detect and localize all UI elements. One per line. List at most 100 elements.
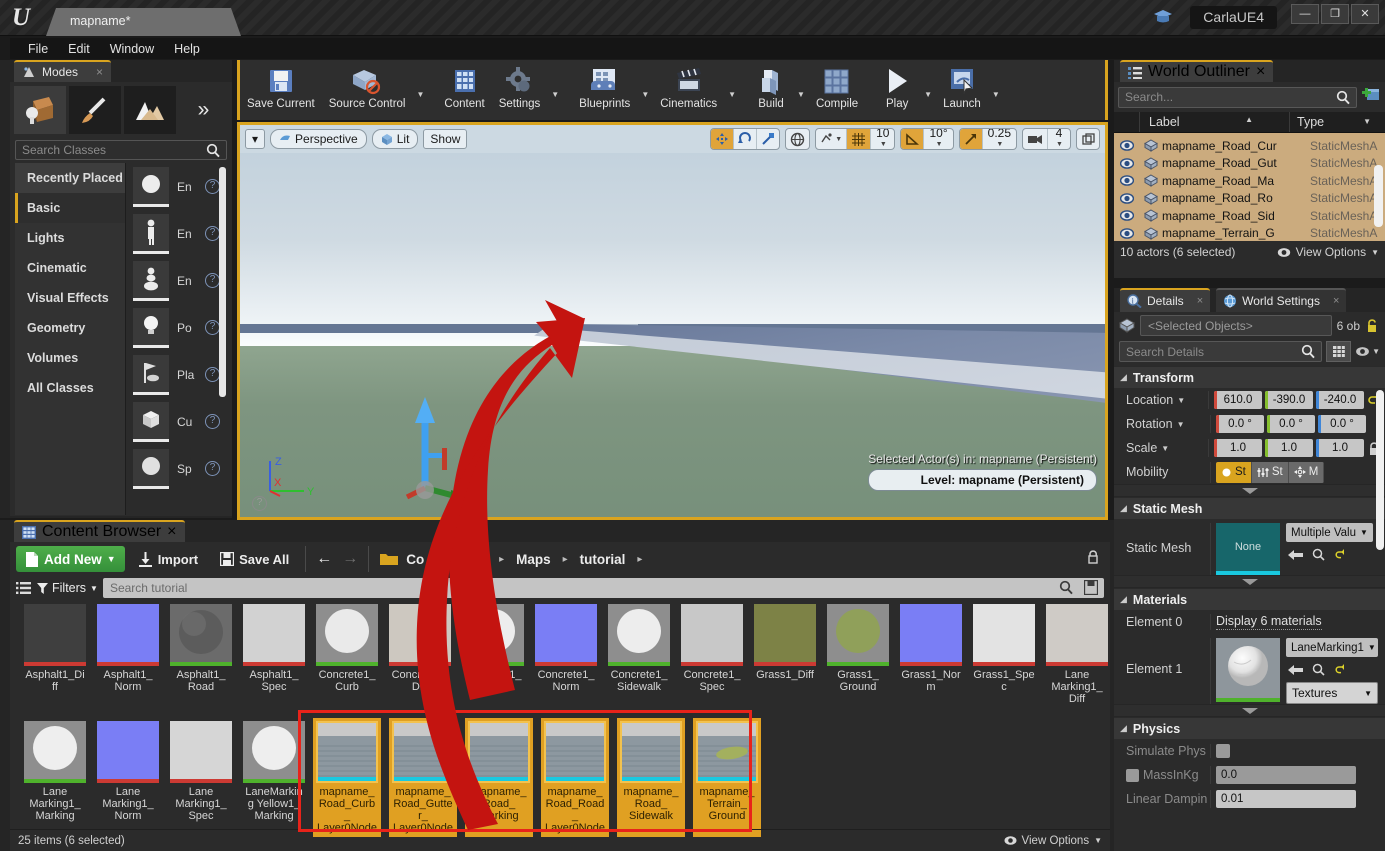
save-search-icon[interactable] bbox=[1084, 580, 1098, 600]
section-materials[interactable]: ◢ Materials bbox=[1114, 588, 1385, 610]
asset-thumbnail[interactable] bbox=[389, 604, 451, 666]
content-view-options-button[interactable]: View Options ▼ bbox=[1004, 835, 1102, 847]
nav-back-button[interactable]: ← bbox=[313, 550, 335, 568]
table-row[interactable]: mapname_Road_Cur StaticMeshA bbox=[1114, 137, 1385, 155]
category-cinematic[interactable]: Cinematic bbox=[15, 253, 125, 283]
mobility-stationary-button[interactable]: St bbox=[1252, 462, 1289, 483]
chevron-down-icon[interactable]: ▼ bbox=[412, 90, 428, 99]
breadcrumb-tutorial[interactable]: tutorial bbox=[576, 552, 630, 567]
grid-snap-value[interactable]: 10 ▼ bbox=[871, 129, 894, 149]
viewport-help-icon[interactable]: ? bbox=[252, 496, 267, 511]
asset-asphalt1-road[interactable]: Asphalt1_ Road bbox=[170, 604, 232, 705]
outliner-view-options-button[interactable]: View Options ▼ bbox=[1277, 245, 1379, 259]
asset-thumbnail[interactable] bbox=[620, 721, 682, 783]
mode-paint-button[interactable] bbox=[69, 86, 121, 134]
asset-thumbnail[interactable] bbox=[24, 721, 86, 783]
asset-concrete1-curb[interactable]: Concrete1_ Curb bbox=[316, 604, 378, 705]
visibility-eye-icon[interactable] bbox=[1114, 140, 1140, 151]
build-button[interactable]: Build bbox=[749, 62, 793, 118]
scale-y-field[interactable]: 1.0 bbox=[1265, 439, 1313, 457]
search-classes-input[interactable]: Search Classes bbox=[15, 140, 227, 160]
category-volumes[interactable]: Volumes bbox=[15, 343, 125, 373]
collapse-materials-bar[interactable] bbox=[1114, 704, 1385, 717]
coordinate-system-button[interactable] bbox=[785, 128, 810, 150]
table-row[interactable]: mapname_Road_Gut StaticMeshA bbox=[1114, 155, 1385, 173]
details-scrollbar[interactable] bbox=[1376, 390, 1384, 550]
type-column-header[interactable]: Type ▼ bbox=[1290, 112, 1385, 132]
close-icon[interactable]: × bbox=[167, 523, 176, 541]
asset-thumbnail[interactable] bbox=[243, 604, 305, 666]
asset-thumbnail[interactable] bbox=[392, 721, 454, 783]
rotation-snap-value[interactable]: 10° ▼ bbox=[924, 129, 952, 149]
scale-z-field[interactable]: 1.0 bbox=[1316, 439, 1364, 457]
current-level-badge[interactable]: Level: mapname (Persistent) bbox=[868, 469, 1097, 491]
rotation-z-field[interactable]: 0.0 ° bbox=[1318, 415, 1366, 433]
chevron-down-icon[interactable]: ▼ bbox=[637, 90, 653, 99]
maximize-viewport-button[interactable] bbox=[1076, 128, 1100, 150]
chevron-down-icon[interactable]: ▼ bbox=[793, 90, 809, 99]
asset-thumbnail[interactable] bbox=[462, 604, 524, 666]
asset-thumbnail[interactable] bbox=[900, 604, 962, 666]
asset-lanemarking1-norm[interactable]: Lane Marking1_ Norm bbox=[97, 721, 159, 837]
selected-objects-field[interactable]: <Selected Objects> bbox=[1140, 315, 1332, 336]
table-row[interactable]: mapname_Road_Ma StaticMeshA bbox=[1114, 172, 1385, 190]
rotation-snap-toggle[interactable] bbox=[901, 129, 924, 149]
content-search-input[interactable]: Search tutorial bbox=[103, 578, 1104, 598]
chevron-down-icon[interactable]: ▼ bbox=[920, 90, 936, 99]
visibility-eye-icon[interactable] bbox=[1114, 175, 1140, 186]
rotation-y-field[interactable]: 0.0 ° bbox=[1267, 415, 1315, 433]
material-thumbnail[interactable] bbox=[1216, 638, 1280, 702]
asset-thumbnail[interactable] bbox=[827, 604, 889, 666]
rotation-x-field[interactable]: 0.0 ° bbox=[1216, 415, 1264, 433]
camera-speed-icon[interactable] bbox=[1023, 129, 1048, 149]
asset-grass1-norm[interactable]: Grass1_Norm bbox=[900, 604, 962, 705]
asset-asphalt1-norm[interactable]: Asphalt1_ Norm bbox=[97, 604, 159, 705]
maximize-button[interactable]: ❐ bbox=[1321, 4, 1349, 24]
outliner-search-input[interactable]: Search... bbox=[1118, 87, 1357, 108]
collapse-transform-bar[interactable] bbox=[1114, 484, 1385, 497]
linear-damping-field[interactable]: 0.01 bbox=[1216, 790, 1356, 808]
close-icon[interactable]: × bbox=[96, 65, 103, 79]
asset-asphalt1-spec[interactable]: Asphalt1_ Spec bbox=[243, 604, 305, 705]
asset-concrete1-diff[interactable]: Concrete1_ Diff bbox=[389, 604, 451, 705]
chevron-down-icon[interactable]: ▼ bbox=[835, 136, 842, 143]
asset-mapname-road-marking[interactable]: mapname_ Road_ Marking bbox=[465, 718, 533, 837]
asset-mapname-road-road[interactable]: mapname_ Road_Road_ Layer0Node bbox=[541, 718, 609, 837]
source-control-button[interactable]: Source Control bbox=[322, 62, 413, 118]
location-y-field[interactable]: -390.0 bbox=[1265, 391, 1313, 409]
collapse-static-mesh-bar[interactable] bbox=[1114, 575, 1385, 588]
viewport-scene[interactable]: Z Y X ? Selected Actor(s) in: mapname (P… bbox=[240, 153, 1105, 517]
asset-thumbnail[interactable] bbox=[316, 721, 378, 783]
asset-thumbnail[interactable] bbox=[97, 604, 159, 666]
content-asset-grid[interactable]: Asphalt1_Diff Asphalt1_ Norm Asphal bbox=[10, 600, 1110, 828]
category-all-classes[interactable]: All Classes bbox=[15, 373, 125, 403]
static-mesh-combo[interactable]: Multiple Valu ▼ bbox=[1286, 523, 1373, 542]
asset-lanemarking1-spec[interactable]: Lane Marking1_ Spec bbox=[170, 721, 232, 837]
help-icon[interactable]: ? bbox=[205, 461, 220, 476]
category-geometry[interactable]: Geometry bbox=[15, 313, 125, 343]
scale-snap-value[interactable]: 0.25 ▼ bbox=[983, 129, 1016, 149]
asset-lanemarking1-marking[interactable]: Lane Marking1_ Marking bbox=[24, 721, 86, 837]
tab-modes[interactable]: Modes × bbox=[14, 60, 111, 82]
help-icon[interactable]: ? bbox=[205, 320, 220, 335]
chevron-down-icon[interactable]: ▼ bbox=[1056, 139, 1063, 150]
visibility-eye-icon[interactable] bbox=[1114, 193, 1140, 204]
help-icon[interactable]: ? bbox=[205, 226, 220, 241]
help-icon[interactable]: ? bbox=[205, 273, 220, 288]
mobility-static-button[interactable]: St bbox=[1216, 462, 1252, 483]
view-mode-button[interactable]: Lit bbox=[372, 129, 419, 149]
modes-asset-list[interactable]: En ? En ? En ? bbox=[125, 163, 227, 515]
static-mesh-thumbnail[interactable]: None bbox=[1216, 523, 1280, 575]
surface-snap-button[interactable]: ▼ bbox=[816, 129, 847, 149]
asset-thumbnail[interactable] bbox=[973, 604, 1035, 666]
launch-button[interactable]: Launch bbox=[936, 62, 988, 118]
modes-more-button[interactable]: » bbox=[179, 86, 228, 134]
cinematics-button[interactable]: Cinematics bbox=[653, 62, 724, 118]
asset-concrete1-spec[interactable]: Concrete1_ Spec bbox=[681, 604, 743, 705]
menu-edit[interactable]: Edit bbox=[58, 40, 100, 58]
compile-button[interactable]: Compile bbox=[809, 62, 865, 118]
visibility-eye-icon[interactable] bbox=[1114, 158, 1140, 169]
lock-icon[interactable] bbox=[1086, 549, 1100, 569]
chevron-down-icon[interactable]: ▼ bbox=[988, 90, 1004, 99]
blueprints-button[interactable]: Blueprints bbox=[572, 62, 637, 118]
